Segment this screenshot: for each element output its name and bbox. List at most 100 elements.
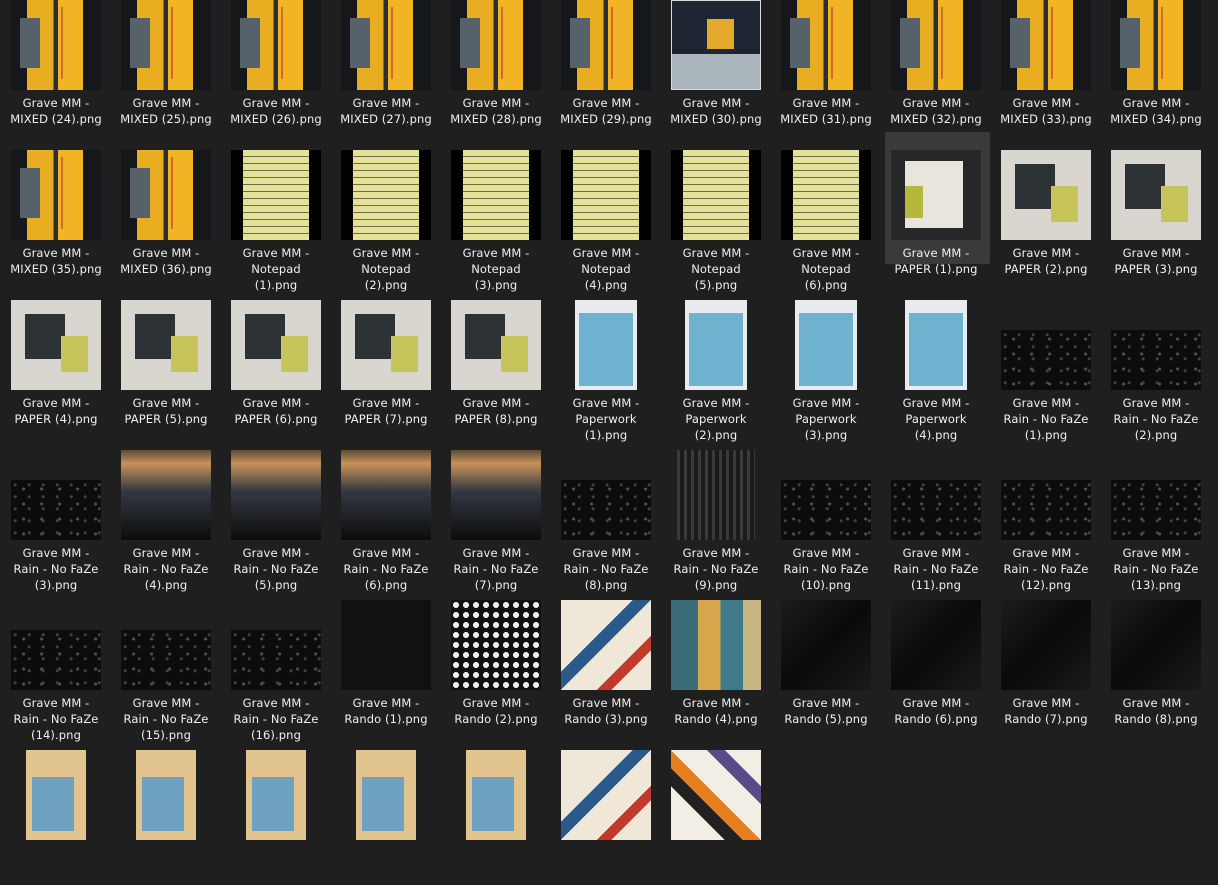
image-thumbnail[interactable] bbox=[121, 450, 211, 540]
image-thumbnail[interactable] bbox=[891, 600, 981, 690]
file-name[interactable]: Grave MM - MIXED (25).png bbox=[111, 95, 221, 127]
file-item[interactable]: Grave MM - MIXED (31).png bbox=[771, 0, 881, 135]
image-thumbnail[interactable] bbox=[561, 750, 651, 840]
file-item[interactable]: Grave MM - Rando (7).png bbox=[991, 585, 1101, 735]
file-name[interactable]: Grave MM - MIXED (32).png bbox=[881, 95, 991, 127]
image-thumbnail[interactable] bbox=[11, 150, 101, 240]
file-name[interactable]: Grave MM - MIXED (35).png bbox=[1, 245, 111, 277]
file-name[interactable]: Grave MM - Rando (1).png bbox=[331, 695, 441, 727]
image-thumbnail[interactable] bbox=[121, 0, 211, 90]
file-item[interactable]: Grave MM - Paperwork (4).png bbox=[881, 285, 991, 442]
file-item[interactable]: Grave MM - Notepad (1).png bbox=[221, 135, 331, 292]
file-name[interactable]: Grave MM - Rando (8).png bbox=[1101, 695, 1211, 727]
file-item[interactable]: Grave MM - Rando (6).png bbox=[881, 585, 991, 735]
image-thumbnail[interactable] bbox=[781, 150, 871, 240]
image-thumbnail[interactable] bbox=[246, 750, 306, 840]
file-item[interactable]: Grave MM - MIXED (34).png bbox=[1101, 0, 1211, 135]
file-item[interactable]: Grave MM - PAPER (4).png bbox=[1, 285, 111, 435]
image-thumbnail[interactable] bbox=[671, 150, 761, 240]
file-item[interactable]: Grave MM - Rain - No FaZe (9).png bbox=[661, 435, 771, 592]
file-item[interactable]: Grave MM - Notepad (5).png bbox=[661, 135, 771, 292]
file-item[interactable]: Grave MM - MIXED (33).png bbox=[991, 0, 1101, 135]
file-name[interactable]: Grave MM - MIXED (26).png bbox=[221, 95, 331, 127]
image-thumbnail[interactable] bbox=[356, 750, 416, 840]
file-item[interactable]: Grave MM - MIXED (30).png bbox=[661, 0, 771, 135]
image-thumbnail[interactable] bbox=[341, 450, 431, 540]
image-thumbnail[interactable] bbox=[11, 630, 101, 690]
file-item[interactable]: Grave MM - Paperwork (1).png bbox=[551, 285, 661, 442]
image-thumbnail[interactable] bbox=[1111, 0, 1201, 90]
image-thumbnail[interactable] bbox=[26, 750, 86, 840]
image-thumbnail[interactable] bbox=[891, 0, 981, 90]
image-thumbnail[interactable] bbox=[575, 300, 637, 390]
file-name[interactable]: Grave MM - Rando (3).png bbox=[551, 695, 661, 727]
image-thumbnail[interactable] bbox=[121, 150, 211, 240]
file-item[interactable]: Grave MM - Rain - No FaZe (7).png bbox=[441, 435, 551, 592]
file-name[interactable]: Grave MM - PAPER (5).png bbox=[111, 395, 221, 427]
image-thumbnail[interactable] bbox=[1001, 330, 1091, 390]
file-item[interactable]: Grave MM - PAPER (1).png bbox=[881, 132, 991, 285]
file-name[interactable]: Grave MM - PAPER (2).png bbox=[991, 245, 1101, 277]
image-thumbnail[interactable] bbox=[781, 600, 871, 690]
image-thumbnail[interactable] bbox=[341, 150, 431, 240]
file-item[interactable]: Grave MM - Rando (8).png bbox=[1101, 585, 1211, 735]
image-thumbnail[interactable] bbox=[231, 0, 321, 90]
image-thumbnail[interactable] bbox=[1001, 600, 1091, 690]
image-thumbnail[interactable] bbox=[121, 300, 211, 390]
file-name[interactable]: Grave MM - Rando (5).png bbox=[771, 695, 881, 727]
image-thumbnail[interactable] bbox=[1001, 480, 1091, 540]
file-item[interactable]: Grave MM - PAPER (6).png bbox=[221, 285, 331, 435]
image-thumbnail[interactable] bbox=[1111, 480, 1201, 540]
image-thumbnail[interactable] bbox=[451, 150, 541, 240]
image-thumbnail[interactable] bbox=[11, 480, 101, 540]
file-item[interactable]: Grave MM - MIXED (24).png bbox=[1, 0, 111, 135]
image-thumbnail[interactable] bbox=[781, 0, 871, 90]
image-thumbnail[interactable] bbox=[341, 0, 431, 90]
file-item[interactable]: Grave MM - Rando (1).png bbox=[331, 585, 441, 735]
image-thumbnail[interactable] bbox=[1001, 0, 1091, 90]
image-thumbnail[interactable] bbox=[136, 750, 196, 840]
image-thumbnail[interactable] bbox=[1111, 600, 1201, 690]
image-thumbnail[interactable] bbox=[121, 630, 211, 690]
file-item[interactable]: Grave MM - PAPER (2).png bbox=[991, 135, 1101, 285]
file-name[interactable]: Grave MM - PAPER (4).png bbox=[1, 395, 111, 427]
image-thumbnail[interactable] bbox=[11, 0, 101, 90]
file-item[interactable]: Grave MM - PAPER (3).png bbox=[1101, 135, 1211, 285]
image-thumbnail[interactable] bbox=[451, 300, 541, 390]
file-item[interactable]: Grave MM - Notepad (4).png bbox=[551, 135, 661, 292]
image-thumbnail[interactable] bbox=[466, 750, 526, 840]
file-item[interactable]: Grave MM - MIXED (32).png bbox=[881, 0, 991, 135]
image-thumbnail[interactable] bbox=[891, 150, 981, 240]
file-name[interactable]: Grave MM - PAPER (6).png bbox=[221, 395, 331, 427]
file-item[interactable]: Grave MM - Rain - No FaZe (5).png bbox=[221, 435, 331, 592]
file-name[interactable]: Grave MM - Rando (4).png bbox=[661, 695, 771, 727]
image-thumbnail[interactable] bbox=[561, 480, 651, 540]
file-name[interactable]: Grave MM - PAPER (3).png bbox=[1101, 245, 1211, 277]
file-item[interactable]: Grave MM - MIXED (26).png bbox=[221, 0, 331, 135]
image-thumbnail[interactable] bbox=[11, 300, 101, 390]
file-item[interactable]: Grave MM - MIXED (25).png bbox=[111, 0, 221, 135]
image-thumbnail[interactable] bbox=[905, 300, 967, 390]
file-name[interactable]: Grave MM - PAPER (8).png bbox=[441, 395, 551, 427]
file-item[interactable]: Grave MM - Paperwork (2).png bbox=[661, 285, 771, 442]
file-name[interactable]: Grave MM - MIXED (33).png bbox=[991, 95, 1101, 127]
image-thumbnail[interactable] bbox=[341, 300, 431, 390]
file-item[interactable]: Grave MM - Rain - No FaZe (16).png bbox=[221, 585, 331, 742]
file-item[interactable]: Grave MM - MIXED (28).png bbox=[441, 0, 551, 135]
file-item[interactable]: Grave MM - Rain - No FaZe (1).png bbox=[991, 285, 1101, 442]
file-item[interactable]: Grave MM - MIXED (36).png bbox=[111, 135, 221, 285]
file-item[interactable]: Grave MM - Rain - No FaZe (4).png bbox=[111, 435, 221, 592]
file-item[interactable]: Grave MM - PAPER (5).png bbox=[111, 285, 221, 435]
file-item[interactable]: Grave MM - Rain - No FaZe (13).png bbox=[1101, 435, 1211, 592]
file-name[interactable]: Grave MM - MIXED (31).png bbox=[771, 95, 881, 127]
image-thumbnail[interactable] bbox=[1111, 150, 1201, 240]
image-thumbnail[interactable] bbox=[685, 300, 747, 390]
image-thumbnail[interactable] bbox=[677, 450, 755, 540]
file-item[interactable]: Grave MM - Rando (3).png bbox=[551, 585, 661, 735]
file-item[interactable]: Grave MM - Rain - No FaZe (2).png bbox=[1101, 285, 1211, 442]
file-name[interactable]: Grave MM - Rando (7).png bbox=[991, 695, 1101, 727]
file-item[interactable]: Grave MM - Rando (2).png bbox=[441, 585, 551, 735]
image-thumbnail[interactable] bbox=[231, 450, 321, 540]
image-thumbnail[interactable] bbox=[795, 300, 857, 390]
image-thumbnail[interactable] bbox=[1001, 150, 1091, 240]
